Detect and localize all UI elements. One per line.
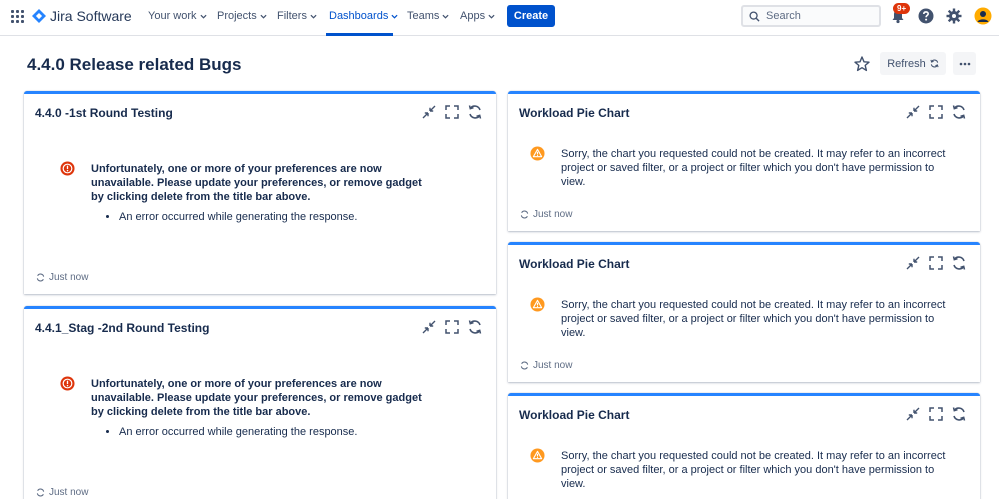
nav-teams[interactable]: Teams [407, 10, 449, 22]
maximize-icon[interactable] [444, 319, 460, 335]
gadget-workload-pie-chart-2: Workload Pie Chart Sorry, the chart you … [508, 242, 980, 382]
minimize-icon[interactable] [905, 255, 921, 271]
avatar[interactable] [974, 7, 992, 25]
error-detail: An error occurred while generating the r… [119, 211, 357, 223]
error-detail: An error occurred while generating the r… [119, 426, 357, 438]
gadget-toolbar [421, 104, 483, 120]
minimize-icon[interactable] [905, 406, 921, 422]
refresh-icon [36, 273, 45, 282]
nav-label: Your work [148, 10, 197, 22]
last-refreshed: Just now [36, 272, 88, 283]
refresh-icon[interactable] [951, 406, 967, 422]
gadget-title: Workload Pie Chart [519, 408, 630, 422]
error-icon [60, 161, 75, 176]
error-list: An error occurred while generating the r… [119, 211, 357, 223]
help-icon[interactable] [917, 7, 935, 25]
gadget-toolbar [905, 406, 967, 422]
minimize-icon[interactable] [421, 104, 437, 120]
refresh-icon [36, 488, 45, 497]
chevron-down-icon [199, 14, 207, 19]
refresh-icon[interactable] [951, 104, 967, 120]
gadget-title: Workload Pie Chart [519, 257, 630, 271]
star-icon[interactable] [853, 55, 871, 73]
chevron-down-icon [488, 14, 495, 19]
warning-icon [530, 448, 545, 463]
nav-filters[interactable]: Filters [277, 10, 317, 22]
timestamp: Just now [533, 360, 573, 371]
active-tab-indicator [326, 33, 393, 36]
refresh-icon[interactable] [951, 255, 967, 271]
search-box[interactable] [741, 5, 881, 27]
minimize-icon[interactable] [421, 319, 437, 335]
refresh-icon [520, 361, 529, 370]
search-input[interactable] [766, 10, 866, 22]
top-navigation: Jira Software Your work Projects Filters… [0, 0, 999, 36]
last-refreshed: Just now [520, 360, 572, 371]
page-title: 4.4.0 Release related Bugs [27, 55, 242, 74]
refresh-icon [520, 210, 529, 219]
app-switcher-icon[interactable] [11, 10, 24, 23]
jira-logo[interactable]: Jira Software [32, 8, 132, 24]
error-message: Unfortunately, one or more of your prefe… [91, 163, 422, 203]
nav-label: Projects [217, 10, 257, 22]
gadget-toolbar [905, 255, 967, 271]
settings-icon[interactable] [945, 7, 963, 25]
nav-projects[interactable]: Projects [217, 10, 267, 22]
warning-icon [530, 297, 545, 312]
timestamp: Just now [49, 487, 89, 498]
refresh-icon[interactable] [467, 319, 483, 335]
gadget-title: Workload Pie Chart [519, 106, 630, 120]
more-button[interactable] [953, 52, 976, 75]
minimize-icon[interactable] [905, 104, 921, 120]
maximize-icon[interactable] [928, 104, 944, 120]
gadget-workload-pie-chart-1: Workload Pie Chart Sorry, the chart you … [508, 91, 980, 231]
nav-label: Dashboards [329, 10, 389, 22]
chevron-down-icon [442, 14, 449, 19]
gadget-workload-pie-chart-3: Workload Pie Chart Sorry, the chart you … [508, 393, 980, 499]
error-icon [60, 376, 75, 391]
refresh-icon[interactable] [467, 104, 483, 120]
nav-apps[interactable]: Apps [460, 10, 495, 22]
error-list: An error occurred while generating the r… [119, 426, 357, 438]
create-button[interactable]: Create [507, 5, 555, 27]
refresh-label: Refresh [887, 57, 926, 70]
gadget-title: 4.4.0 -1st Round Testing [35, 106, 173, 120]
maximize-icon[interactable] [444, 104, 460, 120]
warning-message: Sorry, the chart you requested could not… [561, 450, 946, 490]
refresh-icon [930, 59, 939, 68]
chevron-down-icon [391, 14, 398, 19]
warning-icon [530, 146, 545, 161]
refresh-button[interactable]: Refresh [880, 52, 946, 75]
maximize-icon[interactable] [928, 255, 944, 271]
more-icon [959, 62, 970, 65]
warning-message: Sorry, the chart you requested could not… [561, 299, 946, 339]
nav-your-work[interactable]: Your work [148, 10, 207, 22]
nav-label: Apps [460, 10, 486, 22]
last-refreshed: Just now [36, 487, 88, 498]
gadget-round-testing-1: 4.4.0 -1st Round Testing Unfortunately, … [24, 91, 496, 294]
nav-label: Filters [277, 10, 307, 22]
maximize-icon[interactable] [928, 406, 944, 422]
chevron-down-icon [310, 14, 317, 19]
search-icon [749, 10, 760, 22]
gadget-toolbar [905, 104, 967, 120]
gadget-round-testing-2: 4.4.1_Stag -2nd Round Testing Unfortunat… [24, 306, 496, 499]
gadget-toolbar [421, 319, 483, 335]
warning-message: Sorry, the chart you requested could not… [561, 148, 946, 188]
timestamp: Just now [533, 209, 573, 220]
logo-text: Jira Software [50, 8, 132, 24]
notifications-badge: 9+ [893, 3, 911, 14]
gadget-title: 4.4.1_Stag -2nd Round Testing [35, 321, 210, 335]
timestamp: Just now [49, 272, 89, 283]
jira-logo-icon [32, 9, 46, 23]
error-message: Unfortunately, one or more of your prefe… [91, 378, 422, 418]
nav-dashboards[interactable]: Dashboards [329, 10, 398, 22]
last-refreshed: Just now [520, 209, 572, 220]
chevron-down-icon [260, 14, 267, 19]
nav-label: Teams [407, 10, 440, 22]
